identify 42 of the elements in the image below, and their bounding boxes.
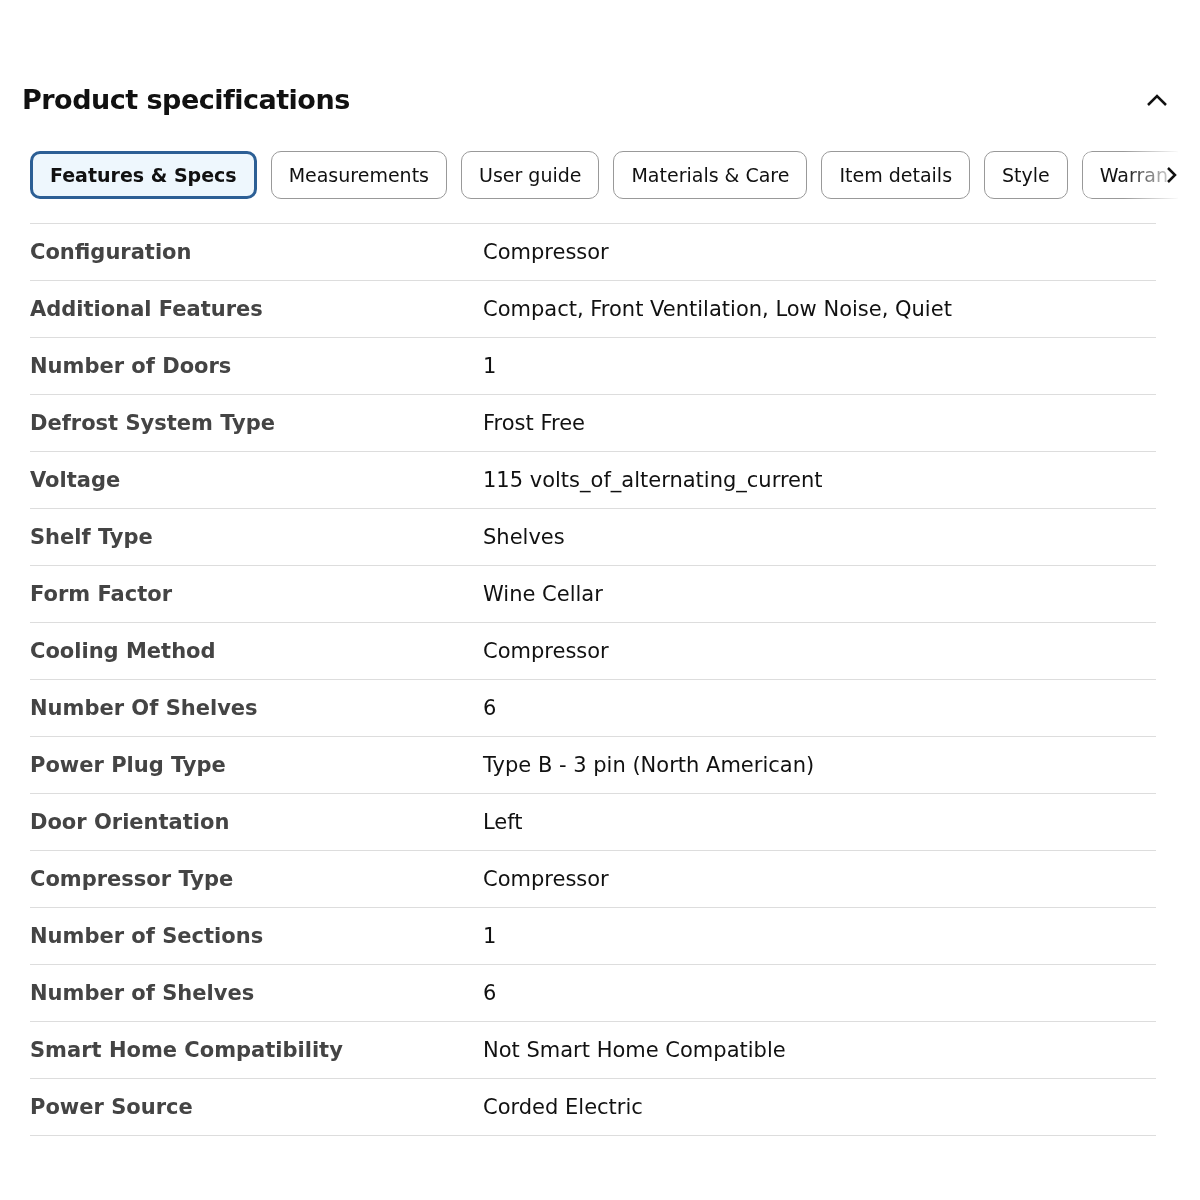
tab[interactable]: Warran [1081, 151, 1178, 199]
spec-label: Power Plug Type [30, 753, 227, 777]
tab[interactable]: User guide [461, 151, 600, 199]
chevron-up-icon[interactable] [1146, 92, 1168, 107]
spec-label: Cooling Method [30, 639, 217, 663]
spec-label: Additional Features [30, 297, 264, 321]
spec-label: Power Source [30, 1095, 194, 1119]
spec-label: Number of Shelves [30, 981, 256, 1005]
tab[interactable]: Materials & Care [613, 151, 808, 199]
spec-value: Not Smart Home Compatible [483, 1038, 787, 1062]
spec-value: 115 volts_of_alternating_current [483, 468, 824, 492]
spec-label: Smart Home Compatibility [30, 1038, 344, 1062]
spec-value: Compressor [483, 867, 610, 891]
spec-label: Configuration [30, 240, 193, 264]
spec-value: Compressor [483, 240, 610, 264]
spec-value: Compressor [483, 639, 610, 663]
spec-value: 6 [483, 696, 498, 720]
spec-label: Compressor Type [30, 867, 235, 891]
chevron-right-icon[interactable] [1166, 166, 1178, 184]
spec-value: Type B - 3 pin (North American) [483, 753, 816, 777]
tab[interactable]: Features & Specs [30, 151, 257, 199]
spec-value: Left [483, 810, 524, 834]
spec-label: Shelf Type [30, 525, 154, 549]
spec-label: Number Of Shelves [30, 696, 259, 720]
spec-value: Compact, Front Ventilation, Low Noise, Quiet [483, 297, 953, 321]
spec-value: 6 [483, 981, 498, 1005]
tab[interactable]: Style [984, 151, 1068, 199]
spec-value: Frost Free [483, 411, 586, 435]
tab[interactable]: Measurements [270, 151, 447, 199]
spec-label: Voltage [30, 468, 122, 492]
tab[interactable]: Item details [821, 151, 971, 199]
spec-value: Corded Electric [483, 1095, 644, 1119]
spec-value: 1 [483, 354, 498, 378]
spec-label: Number of Doors [30, 354, 233, 378]
spec-value: Wine Cellar [483, 582, 604, 606]
spec-label: Door Orientation [30, 810, 231, 834]
spec-value: 1 [483, 924, 498, 948]
spec-value: Shelves [483, 525, 566, 549]
spec-label: Number of Sections [30, 924, 265, 948]
section-title: Product specifications [22, 84, 350, 115]
spec-label: Defrost System Type [30, 411, 277, 435]
spec-label: Form Factor [30, 582, 174, 606]
